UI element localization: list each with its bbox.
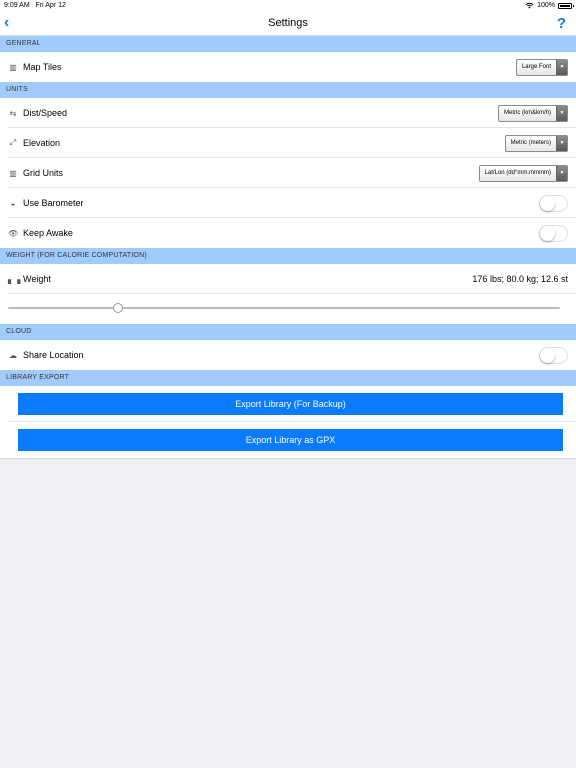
- swap-arrows-icon: ⇆: [9, 108, 17, 118]
- page-title: Settings: [268, 17, 308, 29]
- use-barometer-toggle[interactable]: [539, 194, 568, 212]
- barometer-icon: ◒: [10, 198, 16, 208]
- toggle-knob: [540, 347, 555, 363]
- weight-slider-thumb[interactable]: [113, 303, 124, 313]
- keep-awake-label: Keep Awake: [23, 228, 73, 238]
- dist-speed-value: Metric (km&km/h): [504, 110, 551, 116]
- share-location-row: ☁ Share Location: [0, 340, 576, 370]
- map-tiles-label: Map Tiles: [23, 62, 62, 72]
- grid-units-value: Lat/Lon (dd°mm.mmmm): [484, 170, 551, 176]
- dist-speed-label: Dist/Speed: [23, 108, 68, 118]
- dropdown-arrow-icon: ▼: [556, 135, 567, 151]
- status-time-date: 9:09 AM Fri Apr 12: [4, 2, 66, 9]
- elevation-label: Elevation: [23, 138, 61, 148]
- grid-units-row: ▥ Grid Units Lat/Lon (dd°mm.mmmm) ▼: [0, 158, 576, 188]
- dropdown-arrow-icon: ▼: [556, 59, 567, 75]
- dist-speed-select[interactable]: Metric (km&km/h) ▼: [498, 104, 568, 122]
- use-barometer-row: ◒ Use Barometer: [0, 188, 576, 218]
- status-right: 100%: [525, 2, 574, 9]
- weight-row: ▖▗ Weight 176 lbs; 80.0 kg; 12.6 st: [0, 264, 576, 294]
- toggle-knob: [540, 225, 555, 241]
- diagonal-arrows-icon: ⤢: [9, 138, 17, 147]
- eye-icon: 👁: [8, 228, 19, 238]
- map-icon: ▥: [9, 62, 17, 72]
- status-bar: 9:09 AM Fri Apr 12 100%: [0, 0, 576, 12]
- section-header-library-export: LIBRARY EXPORT: [0, 370, 576, 386]
- dist-speed-row: ⇆ Dist/Speed Metric (km&km/h) ▼: [0, 98, 576, 128]
- weight-slider-track[interactable]: [8, 307, 560, 309]
- grid-units-label: Grid Units: [23, 168, 64, 178]
- elevation-select[interactable]: Metric (meters) ▼: [504, 134, 568, 152]
- share-location-label: Share Location: [23, 350, 84, 360]
- help-button[interactable]: ?: [557, 15, 566, 32]
- section-header-weight: WEIGHT (FOR CALORIE COMPUTATION): [0, 248, 576, 264]
- grid-units-select[interactable]: Lat/Lon (dd°mm.mmmm) ▼: [478, 164, 568, 182]
- battery-percent: 100%: [537, 2, 555, 9]
- toggle-knob: [540, 195, 555, 211]
- section-header-units: UNITS: [0, 82, 576, 98]
- share-location-toggle[interactable]: [539, 346, 568, 364]
- navigation-bar: ‹ Settings ?: [0, 12, 576, 36]
- keep-awake-toggle[interactable]: [539, 224, 568, 242]
- battery-icon: [558, 2, 574, 9]
- map-icon: ▥: [9, 168, 17, 178]
- weight-label: Weight: [23, 274, 51, 284]
- weight-slider-row: [0, 294, 576, 324]
- use-barometer-label: Use Barometer: [23, 198, 84, 208]
- section-header-cloud: CLOUD: [0, 324, 576, 340]
- map-tiles-value: Large Font: [521, 64, 551, 70]
- export-library-backup-button[interactable]: Export Library (For Backup): [18, 393, 563, 415]
- cloud-icon: ☁: [9, 350, 17, 360]
- section-header-general: GENERAL: [0, 36, 576, 52]
- export-backup-row: Export Library (For Backup): [0, 386, 576, 422]
- map-tiles-row: ▥ Map Tiles Large Font ▼: [0, 52, 576, 82]
- export-library-gpx-button[interactable]: Export Library as GPX: [18, 429, 563, 451]
- export-gpx-row: Export Library as GPX: [0, 422, 576, 458]
- dropdown-arrow-icon: ▼: [556, 165, 567, 181]
- content-divider: [0, 458, 576, 459]
- elevation-row: ⤢ Elevation Metric (meters) ▼: [0, 128, 576, 158]
- weight-value: 176 lbs; 80.0 kg; 12.6 st: [472, 274, 568, 284]
- elevation-value: Metric (meters): [510, 140, 551, 146]
- wifi-icon: [525, 2, 534, 9]
- keep-awake-row: 👁 Keep Awake: [0, 218, 576, 248]
- dropdown-arrow-icon: ▼: [556, 105, 567, 121]
- map-tiles-select[interactable]: Large Font ▼: [515, 58, 568, 76]
- bar-chart-icon: ▖▗: [8, 274, 21, 284]
